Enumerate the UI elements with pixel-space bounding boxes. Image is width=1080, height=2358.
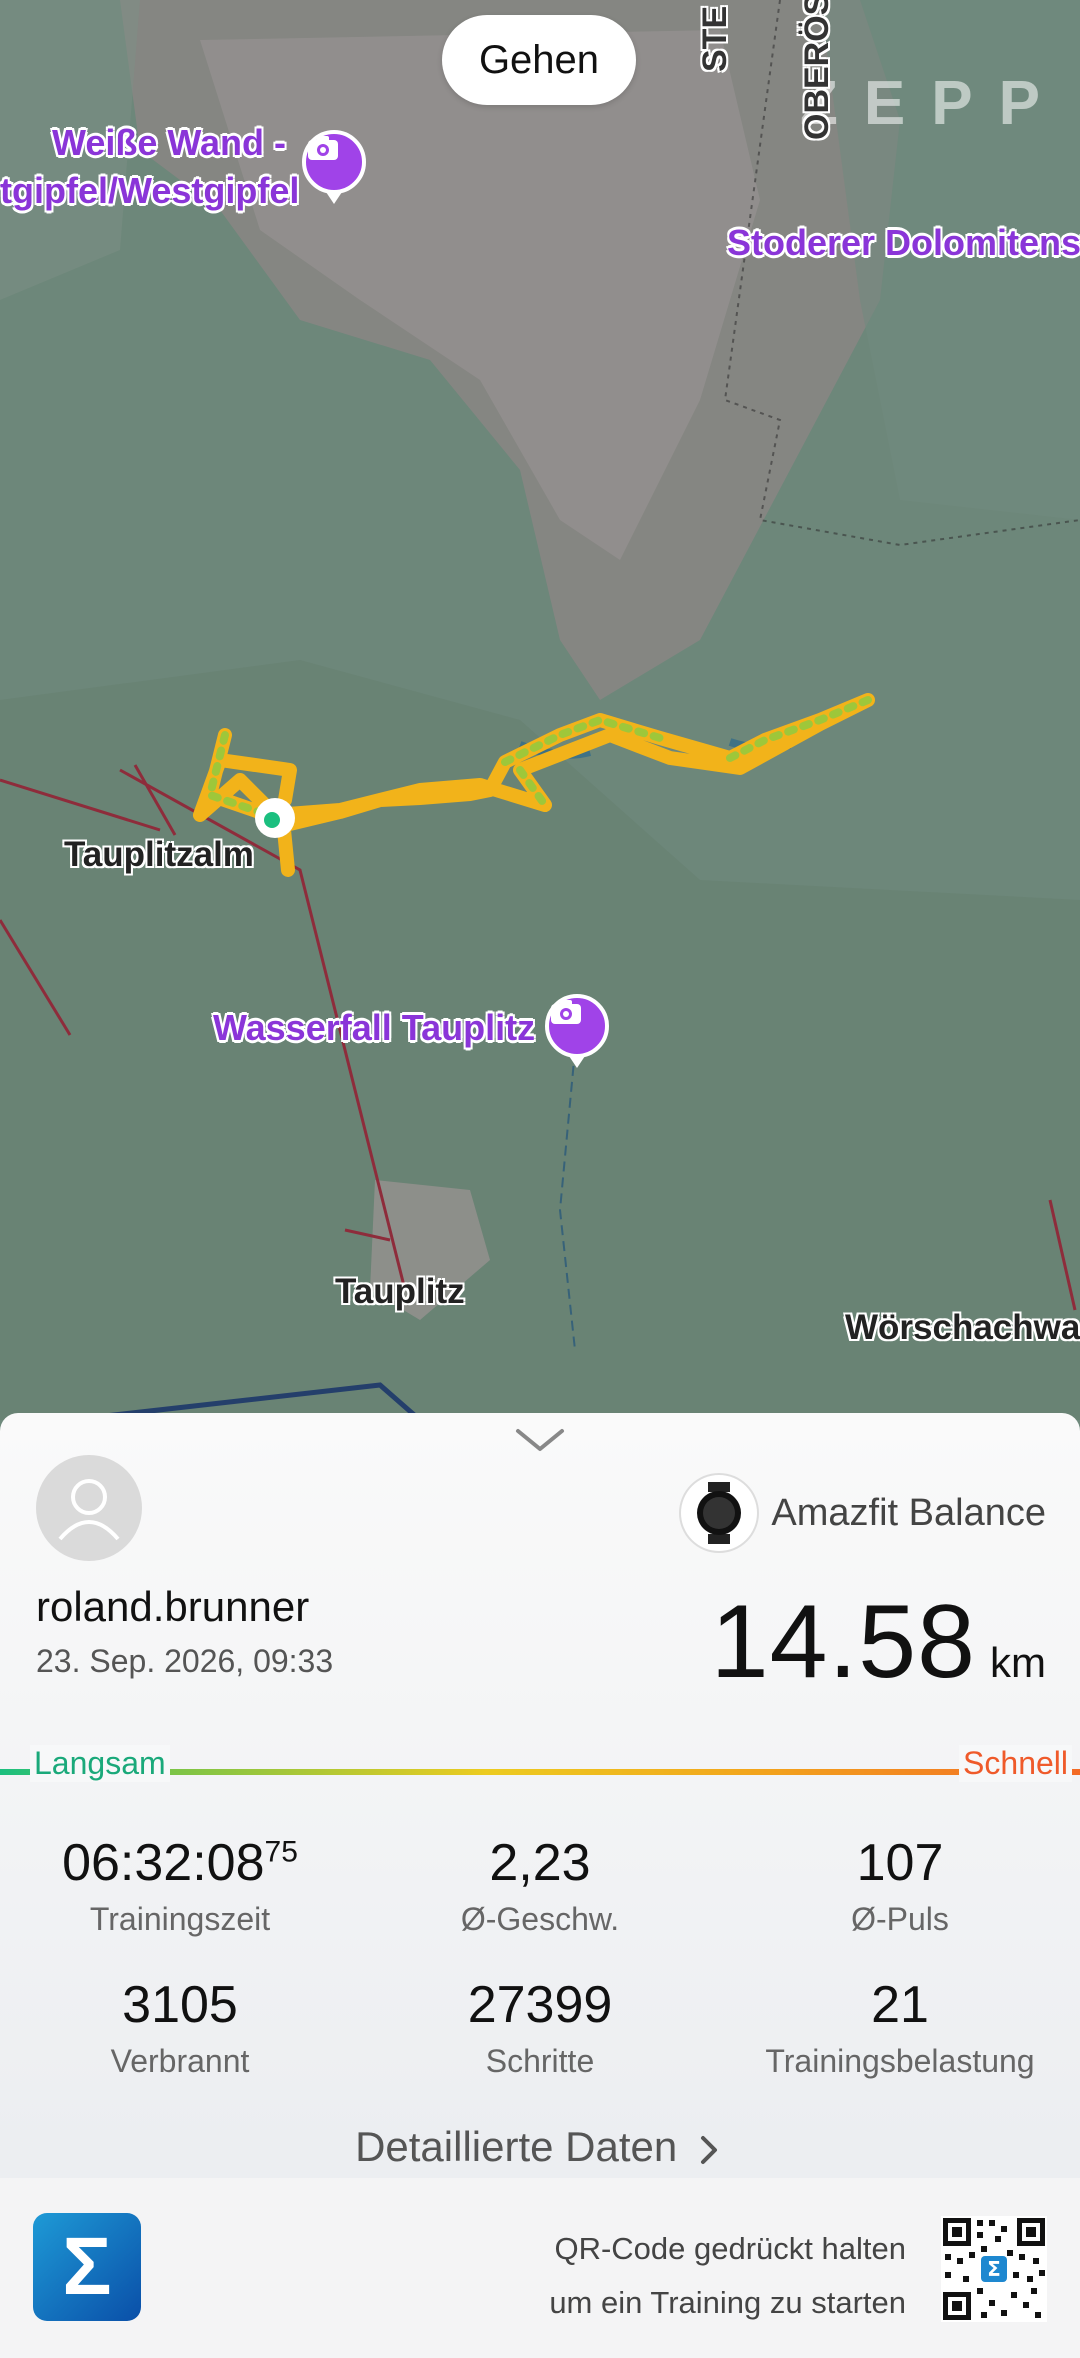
qr-code[interactable]: Σ [941,2216,1047,2322]
stat-label: Ø-Geschw. [460,1901,620,1937]
device-info: Amazfit Balance [681,1475,1046,1551]
stat-label: Ø-Puls [851,1901,949,1937]
camera-poi-icon[interactable] [545,994,609,1058]
stat-value: 107 [856,1834,944,1892]
map-view[interactable]: Gehen ZEPP STE OBERÖS Weiße Wand - tgipf… [0,0,1080,1420]
fast-label: Schnell [959,1745,1072,1782]
distance-unit: km [990,1639,1046,1686]
watch-icon [681,1475,758,1551]
stat-training-load: 21 Trainingsbelastung [720,1975,1080,2080]
qr-hint: QR-Code gedrückt halten um ein Training … [549,2222,906,2330]
stat-value: 3105 [122,1976,238,2034]
road-label-oberoes: OBERÖS [798,0,836,140]
place-weisse-wand-line2[interactable]: tgipfel/Westgipfel [0,170,299,212]
place-woerschach: Wörschachwa [845,1308,1080,1347]
stat-value: 2,23 [489,1834,591,1892]
detailed-data-label: Detaillierte Daten [355,2123,678,2170]
distance-value: 14.58 [710,1584,976,1700]
distance-display: 14.58 km [711,1583,1046,1702]
camera-poi-icon[interactable] [302,130,366,194]
chevron-right-icon [700,2135,717,2164]
user-icon [58,1479,120,1541]
qr-hint-line2: um ein Training zu starten [549,2285,906,2320]
stat-avg-speed: 2,23 Ø-Geschw. [360,1833,720,1938]
slow-label: Langsam [30,1745,170,1782]
detailed-data-link[interactable]: Detaillierte Daten [0,2123,1080,2171]
avatar[interactable] [36,1455,142,1561]
zepp-app-logo: Σ [33,2213,141,2321]
place-wasserfall-tauplitz[interactable]: Wasserfall Tauplitz [213,1007,535,1049]
stat-value: 21 [871,1976,929,2034]
stat-value: 06:32:08 [62,1834,265,1892]
svg-text:Σ: Σ [987,2257,1001,2281]
place-tauplitzalm: Tauplitzalm [64,835,254,874]
stat-steps: 27399 Schritte [360,1975,720,2080]
zepp-watermark: ZEPP [800,69,1066,138]
chevron-down-icon[interactable] [514,1425,566,1460]
stat-training-time: 06:32:0875 Trainingszeit [0,1833,360,1938]
place-stoderer[interactable]: Stoderer Dolomitenst [727,222,1080,264]
place-weisse-wand[interactable]: Weiße Wand - [52,122,286,164]
terrain-map [0,0,1080,1420]
stat-label: Trainingsbelastung [765,2043,1035,2079]
stat-calories: 3105 Verbrannt [0,1975,360,2080]
activity-type-pill[interactable]: Gehen [442,15,636,105]
workout-datetime: 23. Sep. 2026, 09:33 [36,1643,334,1679]
device-name: Amazfit Balance [771,1491,1046,1534]
footer-bar: Σ QR-Code gedrückt halten um ein Trainin… [0,2178,1080,2358]
stat-label: Verbrannt [110,2043,250,2079]
stat-value: 27399 [467,1976,613,2034]
stat-label: Trainingszeit [89,1901,271,1937]
username: roland.brunner [36,1583,310,1630]
stat-avg-pulse: 107 Ø-Puls [720,1833,1080,1938]
stat-label: Schritte [485,2043,595,2079]
qr-hint-line1: QR-Code gedrückt halten [554,2231,906,2266]
place-tauplitz: Tauplitz [335,1272,465,1311]
road-label-ste: STE [696,5,734,72]
stat-value-hundredths: 75 [264,1835,298,1869]
